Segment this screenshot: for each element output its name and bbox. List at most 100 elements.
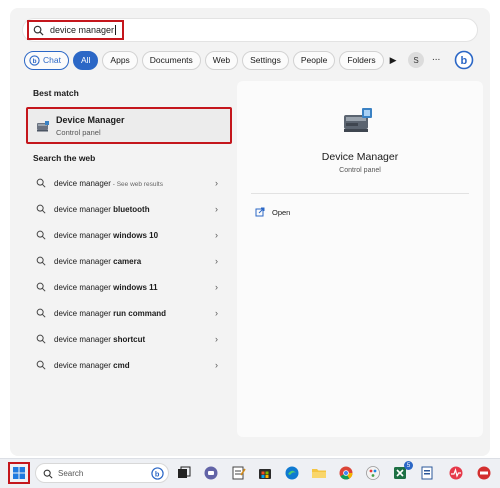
windows-logo-icon (13, 467, 25, 479)
web-result-prefix: device manager (54, 282, 114, 292)
chevron-right-icon: › (215, 308, 218, 318)
notification-badge: 5 (404, 461, 413, 470)
task-view-icon[interactable] (176, 465, 192, 481)
svg-text:b: b (33, 57, 37, 64)
search-icon (36, 282, 46, 292)
chrome-icon[interactable] (338, 465, 354, 481)
best-match-heading: Best match (33, 88, 79, 98)
web-result-text: device manager windows 10 (54, 231, 158, 240)
chevron-right-icon: › (215, 204, 218, 214)
web-result-prefix: device manager (54, 308, 114, 318)
red-app-icon[interactable] (476, 465, 492, 481)
web-result-item[interactable]: device manager - See web results › (30, 170, 230, 196)
more-filters-play-icon[interactable]: ▶ (390, 55, 397, 66)
tab-apps[interactable]: Apps (102, 50, 138, 70)
open-external-icon (255, 207, 265, 217)
result-detail-pane: Device Manager Control panel Open (237, 81, 483, 437)
search-filter-bar: b Chat All Apps Documents Web Settings P… (24, 50, 397, 70)
bing-chat-icon: b (29, 54, 40, 66)
tab-folders[interactable]: Folders (339, 50, 384, 70)
chevron-right-icon: › (215, 282, 218, 292)
search-web-heading: Search the web (33, 153, 96, 163)
start-button[interactable] (8, 462, 30, 484)
best-match-title: Device Manager (56, 115, 125, 125)
search-icon (36, 308, 46, 318)
search-icon (36, 360, 46, 370)
web-result-item[interactable]: device manager bluetooth › (30, 196, 230, 222)
tab-web[interactable]: Web (204, 50, 239, 70)
svg-text:b: b (155, 469, 160, 478)
web-result-suggestion: bluetooth (113, 204, 150, 214)
chat-filter-label: Chat (43, 55, 61, 65)
more-options-icon[interactable]: ... (432, 52, 440, 63)
chevron-right-icon: › (215, 256, 218, 266)
tab-documents[interactable]: Documents (141, 50, 201, 70)
web-result-suggestion: run command (113, 308, 167, 318)
web-result-text: device manager camera (54, 257, 141, 266)
search-icon (36, 334, 46, 344)
web-result-text: device manager - See web results (54, 179, 163, 188)
chevron-right-icon: › (215, 178, 218, 188)
search-icon (36, 178, 46, 188)
web-result-prefix: device manager (54, 204, 114, 214)
web-result-item[interactable]: device manager windows 10 › (30, 222, 230, 248)
search-icon (33, 25, 44, 36)
web-result-item[interactable]: device manager windows 11 › (30, 274, 230, 300)
open-label: Open (272, 207, 291, 217)
web-result-prefix: device manager (54, 334, 114, 344)
divider (251, 193, 469, 194)
best-match-subtitle: Control panel (56, 128, 101, 137)
taskbar-bing-icon: b (151, 467, 164, 480)
web-result-item[interactable]: device manager shortcut › (30, 326, 230, 352)
svg-text:b: b (461, 55, 468, 67)
web-result-text: device manager shortcut (54, 335, 145, 344)
search-icon (36, 230, 46, 240)
web-result-item[interactable]: device manager run command › (30, 300, 230, 326)
web-result-prefix: device manager (54, 256, 114, 266)
store-icon[interactable] (257, 465, 273, 481)
notepad-icon[interactable] (230, 465, 246, 481)
search-query-highlight[interactable]: device manager (27, 20, 124, 40)
tab-settings[interactable]: Settings (242, 50, 289, 70)
web-result-text: device manager windows 11 (54, 283, 158, 292)
user-avatar[interactable]: S (408, 52, 424, 68)
web-result-text: device manager bluetooth (54, 205, 150, 214)
file-explorer-icon[interactable] (311, 465, 327, 481)
web-result-item[interactable]: device manager cmd › (30, 352, 230, 378)
paint-icon[interactable] (365, 465, 381, 481)
web-result-suggestion: windows 10 (113, 230, 159, 240)
web-result-prefix: device manager (54, 178, 111, 188)
bing-icon[interactable]: b (454, 50, 474, 70)
web-result-suggestion: cmd (113, 360, 130, 370)
tab-all[interactable]: All (72, 50, 99, 70)
text-caret (115, 25, 117, 35)
web-result-suggestion: shortcut (113, 334, 146, 344)
web-result-suggestion: windows 11 (113, 282, 158, 292)
edge-icon[interactable] (284, 465, 300, 481)
search-icon (36, 256, 46, 266)
detail-subtitle: Control panel (339, 167, 381, 174)
best-match-result[interactable]: Device Manager Control panel (26, 107, 232, 144)
tab-people[interactable]: People (292, 50, 336, 70)
open-action[interactable]: Open (255, 207, 290, 217)
web-result-hint: - See web results (110, 180, 163, 188)
web-result-item[interactable]: device manager camera › (30, 248, 230, 274)
chevron-right-icon: › (215, 230, 218, 240)
teams-chat-icon[interactable] (203, 465, 219, 481)
web-result-prefix: device manager (54, 360, 114, 370)
chat-filter-button[interactable]: b Chat (24, 50, 69, 70)
chevron-right-icon: › (215, 360, 218, 370)
search-query-text: device manager (50, 25, 115, 35)
activity-app-icon[interactable] (448, 465, 464, 481)
web-result-prefix: device manager (54, 230, 114, 240)
detail-title: Device Manager (321, 151, 399, 163)
taskbar-search-placeholder: Search (58, 469, 84, 478)
document-app-icon[interactable] (419, 465, 435, 481)
device-manager-large-icon (344, 108, 372, 132)
taskbar-search-box[interactable]: Search b (35, 463, 169, 483)
device-manager-icon (37, 121, 49, 132)
search-icon (36, 204, 46, 214)
taskbar-search-icon (43, 469, 53, 479)
web-results-list: device manager - See web results › device … (30, 170, 230, 378)
web-result-text: device manager run command (54, 309, 166, 318)
